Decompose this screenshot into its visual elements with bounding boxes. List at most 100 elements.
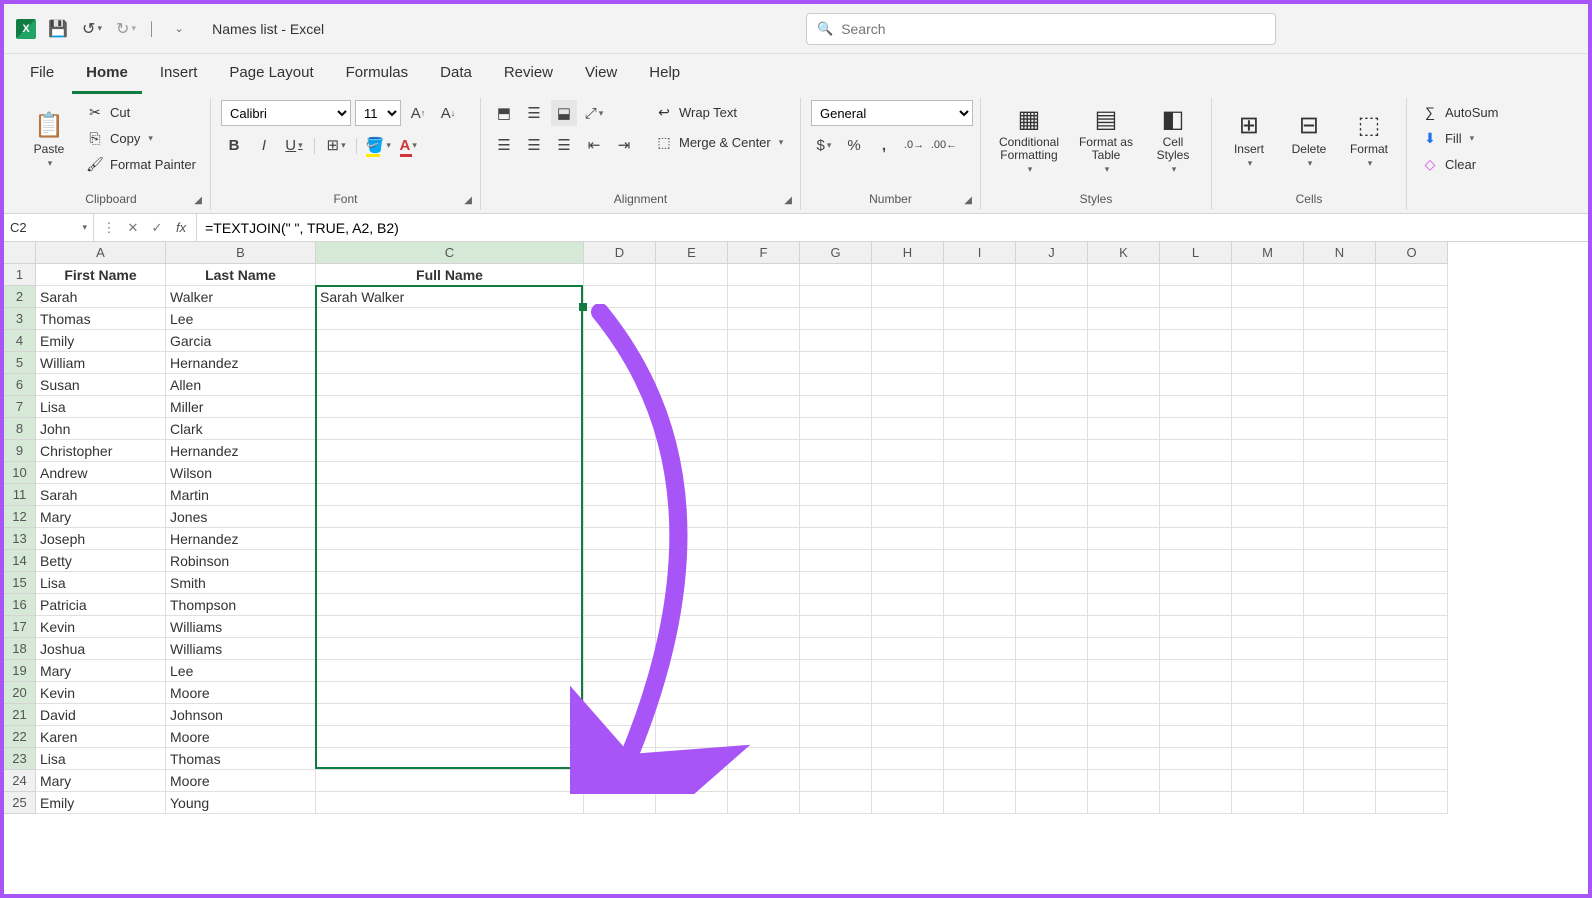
cell-B17[interactable]: Williams (166, 616, 316, 638)
paste-button[interactable]: 📋 Paste ▾ (22, 100, 76, 180)
cell-L6[interactable] (1160, 374, 1232, 396)
cell-I9[interactable] (944, 440, 1016, 462)
cell-F21[interactable] (728, 704, 800, 726)
cell-N7[interactable] (1304, 396, 1376, 418)
cell-K25[interactable] (1088, 792, 1160, 814)
cell-M2[interactable] (1232, 286, 1304, 308)
column-header-K[interactable]: K (1088, 242, 1160, 263)
cell-G11[interactable] (800, 484, 872, 506)
cell-M15[interactable] (1232, 572, 1304, 594)
cell-F3[interactable] (728, 308, 800, 330)
cell-H8[interactable] (872, 418, 944, 440)
cell-E19[interactable] (656, 660, 728, 682)
cell-J18[interactable] (1016, 638, 1088, 660)
cell-H24[interactable] (872, 770, 944, 792)
formula-input[interactable] (197, 214, 1588, 241)
cell-O22[interactable] (1376, 726, 1448, 748)
dialog-launcher-icon[interactable]: ◢ (784, 195, 792, 206)
cell-I11[interactable] (944, 484, 1016, 506)
name-box[interactable]: C2▾ (4, 214, 94, 241)
cell-K8[interactable] (1088, 418, 1160, 440)
cell-K18[interactable] (1088, 638, 1160, 660)
row-header-11[interactable]: 11 (4, 484, 35, 506)
cell-N3[interactable] (1304, 308, 1376, 330)
cell-J19[interactable] (1016, 660, 1088, 682)
cell-E2[interactable] (656, 286, 728, 308)
cell-G15[interactable] (800, 572, 872, 594)
cell-F9[interactable] (728, 440, 800, 462)
cell-M21[interactable] (1232, 704, 1304, 726)
fill-color-button[interactable]: 🪣▾ (365, 132, 391, 158)
cell-F24[interactable] (728, 770, 800, 792)
cell-E16[interactable] (656, 594, 728, 616)
cell-O17[interactable] (1376, 616, 1448, 638)
cell-N25[interactable] (1304, 792, 1376, 814)
cell-O8[interactable] (1376, 418, 1448, 440)
cell-D4[interactable] (584, 330, 656, 352)
cell-B19[interactable]: Lee (166, 660, 316, 682)
cell-M24[interactable] (1232, 770, 1304, 792)
cell-E25[interactable] (656, 792, 728, 814)
cell-A10[interactable]: Andrew (36, 462, 166, 484)
cell-L8[interactable] (1160, 418, 1232, 440)
cell-H23[interactable] (872, 748, 944, 770)
cell-A20[interactable]: Kevin (36, 682, 166, 704)
cell-J9[interactable] (1016, 440, 1088, 462)
cell-G22[interactable] (800, 726, 872, 748)
align-middle-button[interactable]: ☰ (521, 100, 547, 126)
cell-B12[interactable]: Jones (166, 506, 316, 528)
cell-F16[interactable] (728, 594, 800, 616)
cell-O10[interactable] (1376, 462, 1448, 484)
cell-H17[interactable] (872, 616, 944, 638)
cell-G20[interactable] (800, 682, 872, 704)
cell-C17[interactable] (316, 616, 584, 638)
redo-button[interactable]: ↻▾ (112, 15, 140, 43)
cell-B7[interactable]: Miller (166, 396, 316, 418)
autosum-button[interactable]: ∑AutoSum (1417, 100, 1502, 124)
row-header-8[interactable]: 8 (4, 418, 35, 440)
row-header-21[interactable]: 21 (4, 704, 35, 726)
cell-G14[interactable] (800, 550, 872, 572)
cell-I12[interactable] (944, 506, 1016, 528)
cell-M1[interactable] (1232, 264, 1304, 286)
cell-J17[interactable] (1016, 616, 1088, 638)
cell-B8[interactable]: Clark (166, 418, 316, 440)
cell-A22[interactable]: Karen (36, 726, 166, 748)
cell-O3[interactable] (1376, 308, 1448, 330)
cell-K13[interactable] (1088, 528, 1160, 550)
cell-O20[interactable] (1376, 682, 1448, 704)
cell-N16[interactable] (1304, 594, 1376, 616)
cell-J22[interactable] (1016, 726, 1088, 748)
cell-N23[interactable] (1304, 748, 1376, 770)
cell-H18[interactable] (872, 638, 944, 660)
cell-O4[interactable] (1376, 330, 1448, 352)
cell-L17[interactable] (1160, 616, 1232, 638)
cell-O15[interactable] (1376, 572, 1448, 594)
cell-I17[interactable] (944, 616, 1016, 638)
cell-O21[interactable] (1376, 704, 1448, 726)
row-header-12[interactable]: 12 (4, 506, 35, 528)
cell-F15[interactable] (728, 572, 800, 594)
qat-customize-button[interactable]: ⌄ (164, 15, 192, 43)
cell-K16[interactable] (1088, 594, 1160, 616)
cell-I24[interactable] (944, 770, 1016, 792)
italic-button[interactable]: I (251, 132, 277, 158)
cell-I25[interactable] (944, 792, 1016, 814)
increase-indent-button[interactable]: ⇥ (611, 132, 637, 158)
column-header-F[interactable]: F (728, 242, 800, 263)
cell-E23[interactable] (656, 748, 728, 770)
cell-J16[interactable] (1016, 594, 1088, 616)
cell-L23[interactable] (1160, 748, 1232, 770)
cell-K10[interactable] (1088, 462, 1160, 484)
cell-G7[interactable] (800, 396, 872, 418)
cell-D17[interactable] (584, 616, 656, 638)
cell-N20[interactable] (1304, 682, 1376, 704)
cell-N9[interactable] (1304, 440, 1376, 462)
row-header-18[interactable]: 18 (4, 638, 35, 660)
save-icon[interactable]: 💾 (44, 15, 72, 43)
cell-C22[interactable] (316, 726, 584, 748)
cell-H7[interactable] (872, 396, 944, 418)
conditional-formatting-button[interactable]: ▦Conditional Formatting▾ (991, 100, 1067, 180)
cell-E5[interactable] (656, 352, 728, 374)
cell-E21[interactable] (656, 704, 728, 726)
